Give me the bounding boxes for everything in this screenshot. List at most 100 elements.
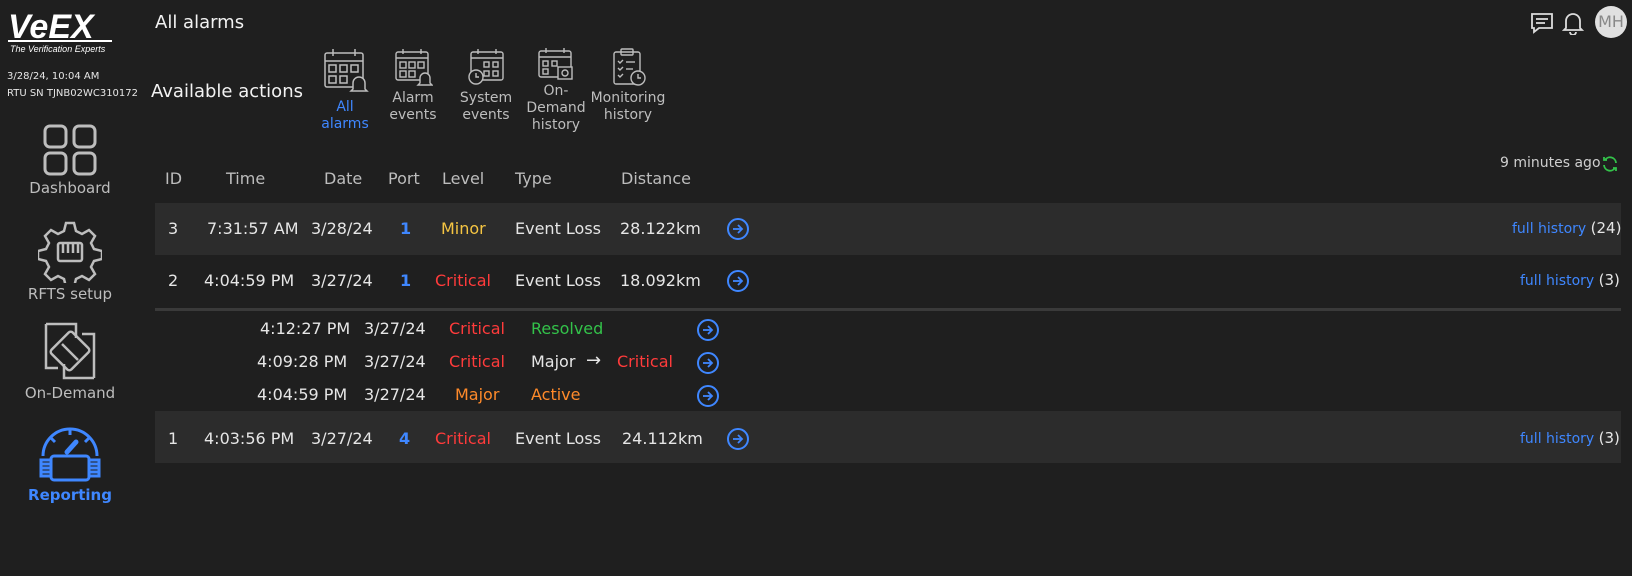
action-alarm-events[interactable]: Alarm events — [373, 47, 453, 124]
transition-arrow: → — [586, 350, 602, 371]
action-monitoring-history-line1: Monitoring — [590, 90, 666, 106]
rtu-serial: RTU SN TJNB02WC310172 — [7, 88, 139, 99]
row-date: 3/27/24 — [311, 271, 373, 290]
nav-reporting[interactable]: Reporting — [10, 422, 130, 504]
calendar-bell-icon — [395, 49, 433, 86]
history-time: 4:04:59 PM — [257, 385, 348, 404]
nav-dashboard-label: Dashboard — [29, 179, 111, 197]
row-distance: 24.112km — [622, 429, 703, 448]
row-time: 4:04:59 PM — [204, 271, 295, 290]
calendar-bell-icon — [324, 49, 369, 92]
row-date: 3/28/24 — [311, 219, 373, 238]
action-on-demand-history-line1: On- — [543, 83, 569, 99]
arrow-right-icon — [703, 325, 714, 335]
arrow-right-icon — [703, 358, 714, 368]
action-on-demand-history-line3: history — [531, 117, 581, 133]
action-system-events-line1: System — [459, 90, 513, 106]
user-avatar[interactable]: MH — [1595, 6, 1627, 38]
history-status: Resolved — [531, 319, 604, 338]
row-type: Event Loss — [515, 429, 602, 448]
col-id: ID — [165, 169, 183, 188]
open-alarm-button[interactable] — [727, 270, 749, 292]
row-id: 1 — [168, 429, 179, 448]
bell-icon[interactable] — [1561, 11, 1585, 39]
history-count: (24) — [1590, 219, 1622, 237]
sidebar: VeEX The Verification Experts 3/28/24, 1… — [0, 0, 140, 576]
arrow-right-icon — [733, 276, 744, 286]
refresh-icon[interactable] — [1601, 155, 1619, 177]
history-date: 3/27/24 — [364, 385, 426, 404]
full-history: full history (3) — [1520, 271, 1620, 289]
history-status: Active — [531, 385, 581, 404]
nav-on-demand-label: On-Demand — [24, 384, 116, 402]
arrow-right-icon — [733, 224, 744, 234]
action-on-demand-history-line2: Demand — [526, 100, 586, 116]
current-datetime: 3/28/24, 10:04 AM — [7, 71, 100, 82]
col-type: Type — [515, 169, 552, 188]
row-id: 2 — [168, 271, 179, 290]
row-distance: 18.092km — [620, 271, 701, 290]
chat-icon[interactable] — [1530, 12, 1554, 38]
col-time: Time — [226, 169, 266, 188]
history-status: Major — [531, 352, 576, 371]
history-time: 4:12:27 PM — [260, 319, 351, 338]
full-history-link[interactable]: full history — [1520, 273, 1594, 289]
row-time: 4:03:56 PM — [204, 429, 295, 448]
row-level: Critical — [435, 271, 491, 290]
row-id: 3 — [168, 219, 179, 238]
arrow-right-icon — [733, 434, 744, 444]
row-type: Event Loss — [515, 219, 602, 238]
history-count: (3) — [1598, 271, 1620, 289]
col-level: Level — [442, 169, 485, 188]
reporting-gauge-icon — [39, 427, 101, 482]
col-distance: Distance — [621, 169, 691, 188]
open-alarm-button[interactable] — [727, 218, 749, 240]
full-history: full history (24) — [1512, 219, 1621, 237]
row-time: 7:31:57 AM — [207, 219, 299, 238]
open-alarm-button[interactable] — [727, 428, 749, 450]
action-alarm-events-line1: Alarm — [392, 90, 434, 106]
table-row[interactable]: 1 4:03:56 PM 3/27/24 4 Critical Event Lo… — [155, 411, 1621, 463]
divider — [155, 308, 1621, 311]
calendar-clock-icon — [468, 49, 504, 85]
veex-logo: VeEX The Verification Experts — [8, 8, 116, 56]
open-event-button[interactable] — [697, 385, 719, 407]
row-date: 3/27/24 — [311, 429, 373, 448]
table-row[interactable]: 2 4:04:59 PM 3/27/24 1 Critical Event Lo… — [155, 255, 1621, 307]
action-monitoring-history[interactable]: Monitoring history — [588, 47, 668, 124]
full-history-link[interactable]: full history — [1520, 431, 1594, 447]
action-alarm-events-line2: events — [389, 107, 437, 123]
open-event-button[interactable] — [697, 319, 719, 341]
row-level: Critical — [435, 429, 491, 448]
table-row[interactable]: 3 7:31:57 AM 3/28/24 1 Minor Event Loss … — [155, 203, 1621, 255]
row-type: Event Loss — [515, 271, 602, 290]
action-monitoring-history-line2: history — [603, 107, 653, 123]
row-level: Minor — [441, 219, 486, 238]
row-distance: 28.122km — [620, 219, 701, 238]
gear-icon — [38, 221, 102, 283]
brand-tagline: The Verification Experts — [10, 44, 106, 54]
nav-on-demand[interactable]: On-Demand — [10, 320, 130, 402]
full-history: full history (3) — [1520, 429, 1620, 447]
nav-dashboard[interactable]: Dashboard — [10, 123, 130, 197]
action-on-demand-history[interactable]: On- Demand history — [516, 47, 596, 134]
col-port: Port — [388, 169, 420, 188]
history-time: 4:09:28 PM — [257, 352, 348, 371]
history-level: Critical — [449, 319, 505, 338]
nav-rfts-setup[interactable]: RFTS setup — [10, 221, 130, 303]
available-actions-title: Available actions — [151, 81, 303, 102]
action-system-events-line2: events — [462, 107, 510, 123]
action-system-events[interactable]: System events — [446, 47, 526, 124]
row-port: 1 — [400, 219, 412, 238]
history-count: (3) — [1598, 429, 1620, 447]
open-event-button[interactable] — [697, 352, 719, 374]
history-new-level: Critical — [617, 352, 673, 371]
on-demand-icon — [44, 322, 96, 380]
history-date: 3/27/24 — [364, 352, 426, 371]
dashboard-icon — [43, 124, 97, 176]
full-history-link[interactable]: full history — [1512, 221, 1586, 237]
nav-rfts-setup-label: RFTS setup — [27, 285, 113, 303]
history-level: Major — [455, 385, 500, 404]
history-date: 3/27/24 — [364, 319, 426, 338]
nav-reporting-label: Reporting — [28, 486, 112, 504]
